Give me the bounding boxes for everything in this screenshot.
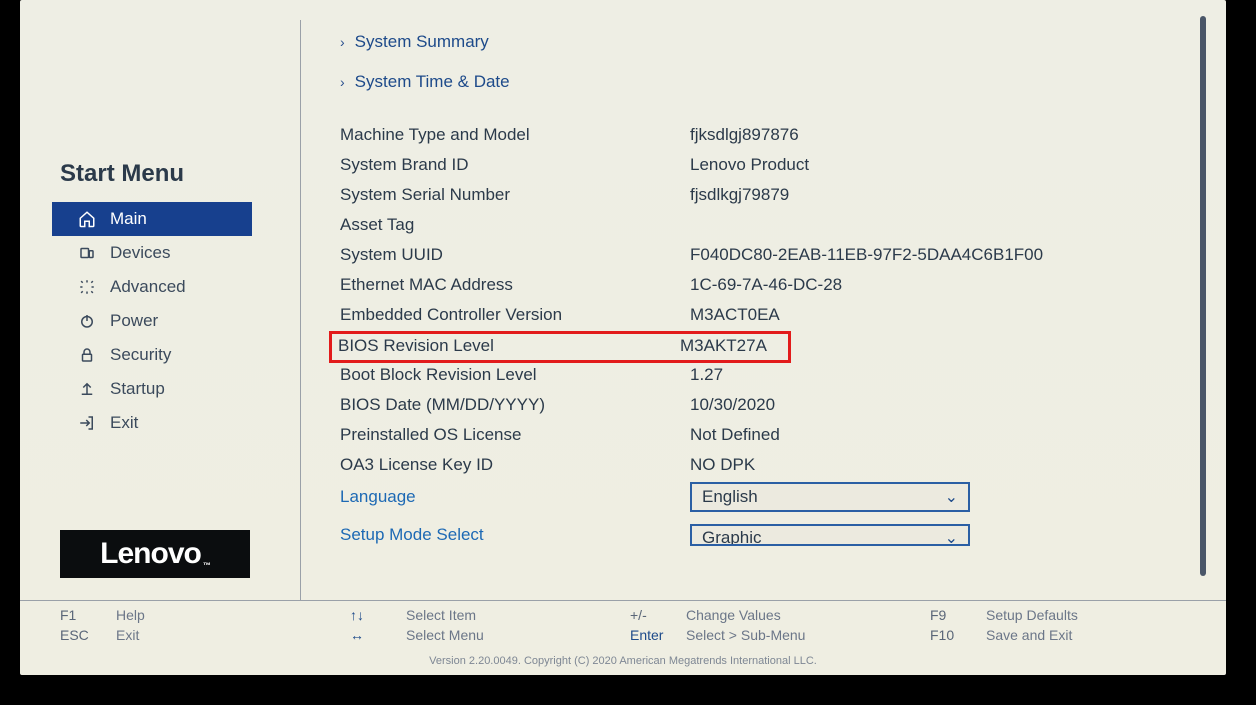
field-value: M3AKT27A — [680, 336, 767, 356]
field-value: 1.27 — [690, 365, 723, 385]
key-f9: F9 — [930, 607, 970, 623]
sidebar-title: Start Menu — [20, 160, 300, 188]
home-icon — [78, 210, 96, 228]
hint-select-item: Select Item — [406, 607, 476, 623]
bios-screen: Start Menu Main Devices Advanced — [20, 0, 1226, 675]
devices-icon — [78, 244, 96, 262]
field-value: Not Defined — [690, 425, 780, 445]
hint-exit: Exit — [116, 627, 139, 643]
copyright: Version 2.20.0049. Copyright (C) 2020 Am… — [20, 645, 1226, 667]
field-value: 10/30/2020 — [690, 395, 775, 415]
sidebar: Start Menu Main Devices Advanced — [20, 0, 300, 600]
submenu-time-date[interactable]: › System Time & Date — [340, 72, 1166, 92]
power-icon — [78, 312, 96, 330]
nav-power[interactable]: Power — [20, 304, 300, 338]
row-language: Language English ⌄ — [340, 482, 1166, 516]
row-boot-block: Boot Block Revision Level 1.27 — [340, 362, 1166, 392]
field-value: F040DC80-2EAB-11EB-97F2-5DAA4C6B1F00 — [690, 245, 1043, 265]
field-label: System Brand ID — [340, 155, 690, 175]
submenu-system-summary[interactable]: › System Summary — [340, 32, 1166, 52]
advanced-icon — [78, 278, 96, 296]
hint-defaults: Setup Defaults — [986, 607, 1078, 623]
content-panel: › System Summary › System Time & Date Ma… — [300, 0, 1226, 600]
field-value: Lenovo Product — [690, 155, 809, 175]
nav-startup[interactable]: Startup — [20, 372, 300, 406]
row-brand-id: System Brand ID Lenovo Product — [340, 152, 1166, 182]
field-label: Embedded Controller Version — [340, 305, 690, 325]
lock-icon — [78, 346, 96, 364]
select-value: English — [702, 487, 758, 507]
field-value: fjksdlgj897876 — [690, 125, 799, 145]
row-serial: System Serial Number fjsdlkgj79879 — [340, 182, 1166, 212]
field-value: NO DPK — [690, 455, 755, 475]
nav-label: Main — [110, 209, 147, 229]
hint-submenu: Select > Sub-Menu — [686, 627, 805, 643]
key-esc: ESC — [60, 627, 100, 643]
chevron-right-icon: › — [340, 34, 345, 50]
submenu-label: System Time & Date — [355, 72, 510, 92]
key-f10: F10 — [930, 627, 970, 643]
nav-label: Startup — [110, 379, 165, 399]
row-oa3: OA3 License Key ID NO DPK — [340, 452, 1166, 482]
key-updown: ↑↓ — [350, 607, 390, 623]
nav-label: Security — [110, 345, 171, 365]
nav-label: Devices — [110, 243, 170, 263]
field-label: Language — [340, 487, 690, 507]
row-bios-revision: BIOS Revision Level M3AKT27A — [330, 332, 790, 362]
field-label: Machine Type and Model — [340, 125, 690, 145]
row-uuid: System UUID F040DC80-2EAB-11EB-97F2-5DAA… — [340, 242, 1166, 272]
row-asset-tag: Asset Tag — [340, 212, 1166, 242]
key-f1: F1 — [60, 607, 100, 623]
nav-main[interactable]: Main — [52, 202, 252, 236]
chevron-down-icon: ⌄ — [945, 487, 958, 507]
field-label: BIOS Date (MM/DD/YYYY) — [340, 395, 690, 415]
divider — [300, 20, 301, 600]
field-label: OA3 License Key ID — [340, 455, 690, 475]
row-machine-type: Machine Type and Model fjksdlgj897876 — [340, 122, 1166, 152]
key-leftright: ↔ — [350, 627, 390, 643]
row-setup-mode: Setup Mode Select Graphic ⌄ — [340, 522, 1166, 552]
hint-change-values: Change Values — [686, 607, 781, 623]
field-label: System Serial Number — [340, 185, 690, 205]
main-area: Start Menu Main Devices Advanced — [20, 0, 1226, 600]
field-value: 1C-69-7A-46-DC-28 — [690, 275, 842, 295]
field-label: Setup Mode Select — [340, 525, 690, 545]
hint-help: Help — [116, 607, 145, 623]
nav-label: Advanced — [110, 277, 186, 297]
field-label: Asset Tag — [340, 215, 690, 235]
language-select[interactable]: English ⌄ — [690, 482, 970, 512]
nav-label: Power — [110, 311, 158, 331]
scrollbar[interactable] — [1200, 16, 1206, 576]
footer: F1 Help ↑↓ Select Item +/- Change Values… — [20, 600, 1226, 675]
field-label: BIOS Revision Level — [338, 336, 680, 356]
row-ec-version: Embedded Controller Version M3ACT0EA — [340, 302, 1166, 332]
hint-select-menu: Select Menu — [406, 627, 484, 643]
row-os-license: Preinstalled OS License Not Defined — [340, 422, 1166, 452]
lenovo-logo: Lenovo™ — [60, 530, 250, 578]
nav-advanced[interactable]: Advanced — [20, 270, 300, 304]
key-enter: Enter — [630, 627, 670, 643]
chevron-right-icon: › — [340, 74, 345, 90]
select-value: Graphic — [702, 528, 762, 546]
setup-mode-select[interactable]: Graphic ⌄ — [690, 524, 970, 546]
nav-devices[interactable]: Devices — [20, 236, 300, 270]
submenu-label: System Summary — [355, 32, 489, 52]
field-label: Ethernet MAC Address — [340, 275, 690, 295]
nav-exit[interactable]: Exit — [20, 406, 300, 440]
field-value: fjsdlkgj79879 — [690, 185, 789, 205]
exit-icon — [78, 414, 96, 432]
nav-security[interactable]: Security — [20, 338, 300, 372]
field-label: Preinstalled OS License — [340, 425, 690, 445]
row-mac: Ethernet MAC Address 1C-69-7A-46-DC-28 — [340, 272, 1166, 302]
hint-save-exit: Save and Exit — [986, 627, 1072, 643]
row-bios-date: BIOS Date (MM/DD/YYYY) 10/30/2020 — [340, 392, 1166, 422]
key-plusminus: +/- — [630, 607, 670, 623]
chevron-down-icon: ⌄ — [945, 528, 958, 546]
field-label: Boot Block Revision Level — [340, 365, 690, 385]
startup-icon — [78, 380, 96, 398]
field-label: System UUID — [340, 245, 690, 265]
nav-label: Exit — [110, 413, 138, 433]
field-value: M3ACT0EA — [690, 305, 780, 325]
